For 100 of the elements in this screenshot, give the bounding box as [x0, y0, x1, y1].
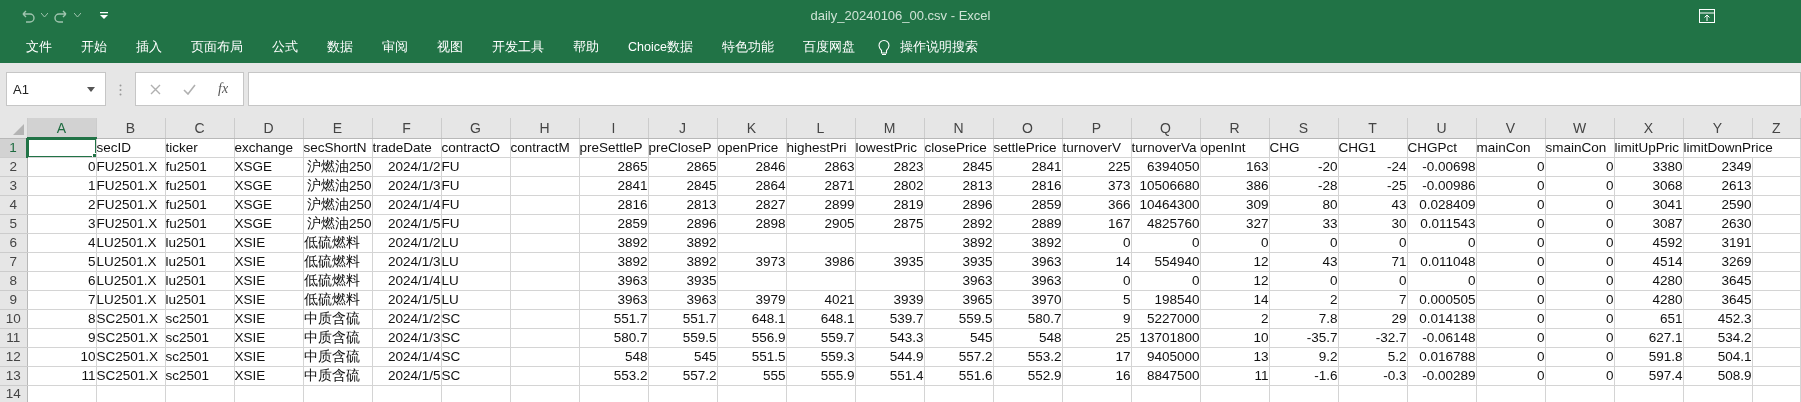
column-header[interactable]: W [1545, 118, 1614, 138]
redo-icon[interactable] [53, 8, 69, 23]
column-header[interactable]: B [96, 118, 165, 138]
table-cell: 0 [1338, 271, 1407, 290]
ribbon-tab[interactable]: 百度网盘 [790, 38, 867, 56]
undo-icon[interactable] [20, 8, 36, 23]
table-cell: 2859 [993, 195, 1062, 214]
table-cell: 5.2 [1338, 347, 1407, 366]
caret-icon[interactable] [74, 13, 81, 18]
ribbon-tab[interactable]: 文件 [14, 38, 64, 56]
column-header[interactable]: P [1062, 118, 1131, 138]
table-cell: 3973 [717, 252, 786, 271]
column-header[interactable]: Q [1131, 118, 1200, 138]
column-header[interactable]: M [855, 118, 924, 138]
table-cell: FU2501.X [96, 214, 165, 233]
column-header[interactable]: N [924, 118, 993, 138]
table-cell: 2845 [924, 157, 993, 176]
ribbon-tab[interactable]: 审阅 [370, 38, 420, 56]
table-cell: 8847500 [1131, 366, 1200, 385]
table-cell: lowestPric [855, 138, 924, 157]
table-cell: 3963 [993, 271, 1062, 290]
table-cell: lu2501 [165, 252, 234, 271]
column-header[interactable]: T [1338, 118, 1407, 138]
table-cell: 3963 [993, 252, 1062, 271]
name-box[interactable]: A1 [6, 72, 106, 106]
table-cell: XSIE [234, 271, 303, 290]
table-cell: 648.1 [786, 309, 855, 328]
ribbon-tab[interactable]: 特色功能 [709, 38, 786, 56]
table-cell: 3965 [924, 290, 993, 309]
column-header[interactable]: A [27, 118, 96, 138]
ribbon-tab[interactable]: 公式 [260, 38, 310, 56]
table-cell: 2864 [717, 176, 786, 195]
table-cell: 2630 [1683, 214, 1752, 233]
table-cell: SC2501.X [96, 366, 165, 385]
table-cell: 3979 [717, 290, 786, 309]
table-cell: 2841 [993, 157, 1062, 176]
ribbon-tab[interactable]: 页面布局 [179, 38, 255, 56]
column-header[interactable]: S [1269, 118, 1338, 138]
column-header[interactable]: G [441, 118, 510, 138]
table-cell: 3892 [579, 252, 648, 271]
ribbon-tab[interactable]: 开始 [69, 38, 119, 56]
ribbon-display-icon[interactable] [1699, 8, 1715, 23]
table-cell: 0 [1476, 347, 1545, 366]
table-cell: 580.7 [579, 328, 648, 347]
table-cell: 中质含硫 [303, 347, 372, 366]
table-cell: 0 [1131, 271, 1200, 290]
tell-me-search[interactable]: 操作说明搜索 [891, 38, 990, 56]
column-header[interactable]: Z [1752, 118, 1801, 138]
table-cell: 4514 [1614, 252, 1683, 271]
column-header[interactable]: V [1476, 118, 1545, 138]
ribbon-tab[interactable]: 开发工具 [480, 38, 556, 56]
ribbon-tab[interactable]: Choice数据 [616, 38, 705, 56]
column-header[interactable]: C [165, 118, 234, 138]
ribbon-tab[interactable]: 插入 [124, 38, 174, 56]
ribbon-tab[interactable]: 数据 [315, 38, 365, 56]
customize-icon[interactable] [100, 12, 108, 19]
table-cell: preCloseP [648, 138, 717, 157]
column-header[interactable]: X [1614, 118, 1683, 138]
column-header[interactable]: U [1407, 118, 1476, 138]
table-cell: 0 [1476, 252, 1545, 271]
insert-function-button[interactable]: fx [218, 81, 229, 97]
table-cell: 545 [648, 347, 717, 366]
table-cell: 0 [1062, 271, 1131, 290]
column-header[interactable]: H [510, 118, 579, 138]
table-cell: XSIE [234, 233, 303, 252]
caret-icon[interactable] [41, 13, 48, 18]
column-header[interactable]: E [303, 118, 372, 138]
column-header[interactable]: R [1200, 118, 1269, 138]
column-header[interactable]: J [648, 118, 717, 138]
column-header[interactable]: Y [1683, 118, 1752, 138]
dropdown-icon[interactable] [87, 86, 95, 92]
grip-icon[interactable] [119, 84, 122, 96]
table-cell: 554940 [1131, 252, 1200, 271]
table-cell: LU2501.X [96, 233, 165, 252]
table-cell: 6 [27, 271, 96, 290]
column-header[interactable]: I [579, 118, 648, 138]
table-cell: 3269 [1683, 252, 1752, 271]
column-header[interactable]: D [234, 118, 303, 138]
table-cell: XSGE [234, 214, 303, 233]
ribbon-tab[interactable]: 帮助 [561, 38, 611, 56]
formula-input[interactable] [248, 72, 1801, 106]
table-cell: -0.00986 [1407, 176, 1476, 195]
column-header[interactable]: F [372, 118, 441, 138]
ribbon-tab[interactable]: 视图 [425, 38, 475, 56]
table-cell: 534.2 [1683, 328, 1752, 347]
column-header[interactable]: K [717, 118, 786, 138]
table-cell: -0.00698 [1407, 157, 1476, 176]
table-cell: 3935 [924, 252, 993, 271]
check-icon[interactable] [183, 83, 196, 95]
table-cell: 0.000505 [1407, 290, 1476, 309]
select-all-icon[interactable] [12, 123, 24, 135]
table-cell: exchange [234, 138, 303, 157]
column-header[interactable]: O [993, 118, 1062, 138]
table-cell: 452.3 [1683, 309, 1752, 328]
table-cell: sc2501 [165, 309, 234, 328]
cancel-icon[interactable] [150, 83, 161, 95]
table-cell: 17 [1062, 347, 1131, 366]
column-header[interactable]: L [786, 118, 855, 138]
table-cell: 580.7 [993, 309, 1062, 328]
lightbulb-icon[interactable] [877, 38, 890, 56]
